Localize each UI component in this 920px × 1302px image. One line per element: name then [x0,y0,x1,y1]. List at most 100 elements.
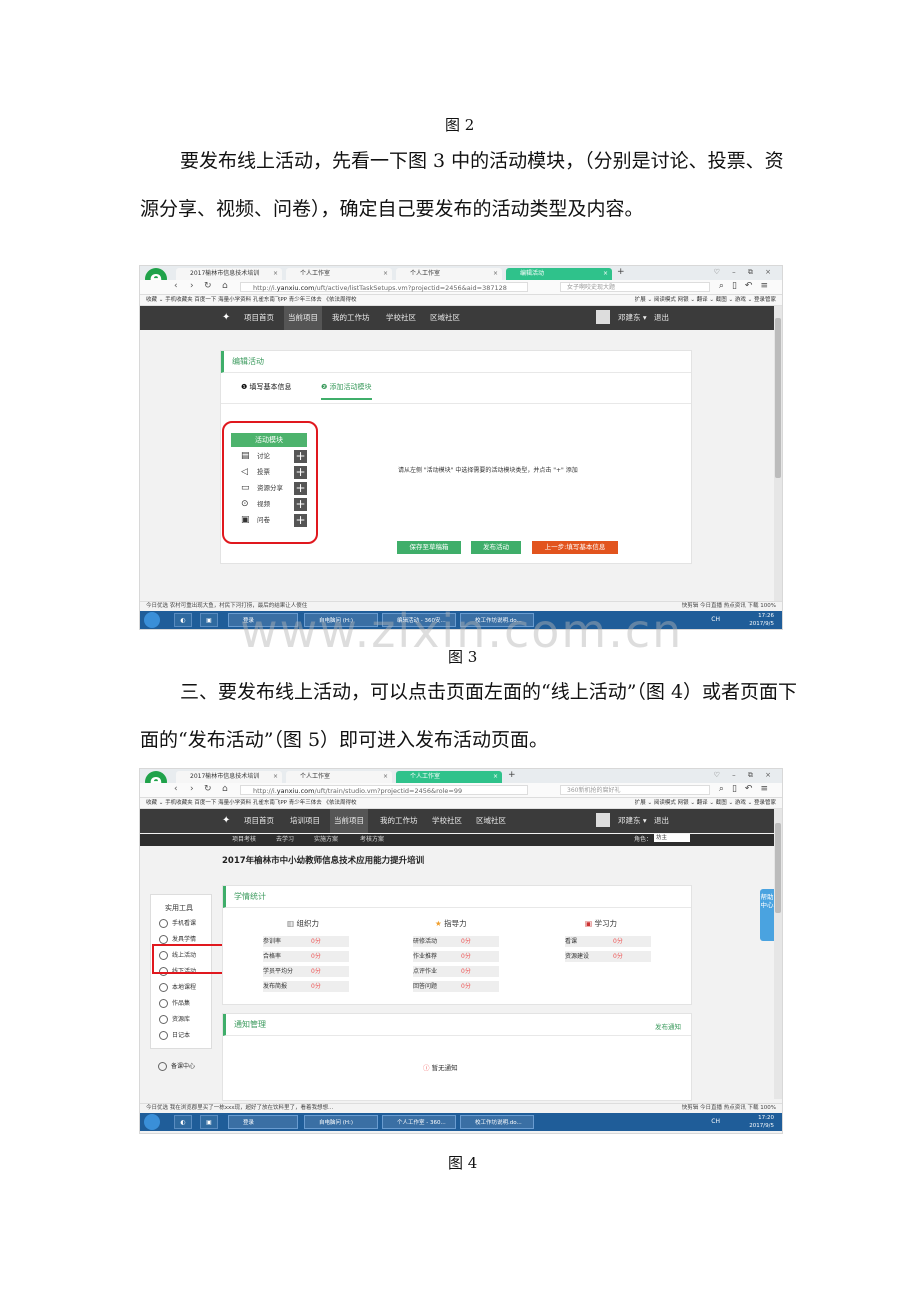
nav-item-current[interactable]: 当前项目 [284,306,322,330]
subnav-item[interactable]: 考核方案 [360,834,384,846]
tray-clock[interactable]: 17:20 2017/9/5 [749,1114,774,1130]
status-bar: 今日优选 我在浏览郡里买了一栋xxx现，超好了放在饮料里了，看着我想想... 快… [140,1103,782,1113]
forward-icon[interactable]: › [190,784,194,794]
role-select[interactable]: 坊主 [654,834,690,842]
taskbar-app-icon[interactable]: ▣ [200,613,218,627]
nav-item-current[interactable]: 当前项目 [330,809,368,833]
figure-2-caption: 图 2 [445,116,475,134]
chart-icon [159,935,168,944]
paragraph-online-activity: 三、要发布线上活动，可以点击页面左面的“线上活动”（图 4）或者页面下面的“发布… [140,681,798,751]
taskbar-item[interactable]: 校工作坊说明.do... [460,1115,534,1129]
nav-item[interactable]: 我的工作坊 [380,809,418,833]
subnav-item[interactable]: 项目考核 [232,834,256,846]
home-icon[interactable]: ⌂ [222,281,228,291]
user-menu[interactable]: 邓建东 ▾ [618,809,647,833]
browser-tab[interactable]: 2017榆林市信息技术培训 × [176,771,282,783]
tray-clock[interactable]: 17:26 2017/9/5 [749,612,774,628]
help-center-tab[interactable]: 帮助中心 [760,889,774,941]
browser-tab-bar: e 2017榆林市信息技术培训 × 个人工作室 × 个人工作室 × 编辑活动 × + ♡… [140,266,782,290]
step-2[interactable]: ❷ 添加活动模块 [321,382,372,400]
nav-item[interactable]: 项目首页 [244,809,274,833]
browser-tab[interactable]: 个人工作室 × [286,268,392,280]
page-scrollbar[interactable] [774,809,782,1099]
nav-item[interactable]: 学校社区 [386,306,416,330]
nav-item[interactable]: 项目首页 [244,306,274,330]
site-logo-icon: ✦ [222,815,231,826]
save-draft-button[interactable]: 保存至草稿箱 [397,541,461,554]
refresh-icon[interactable]: ↻ [204,784,212,794]
tool-portfolio[interactable]: 作品集 [159,999,190,1009]
taskbar-item[interactable]: 自电脑问 (H:) [304,1115,378,1129]
no-notice: ⓘ 暂无通知 [423,1064,458,1072]
new-tab-icon[interactable]: + [508,770,516,780]
favorites-bar: 收藏 ⌄ 手机收藏夹 百度一下 海量小学资料 孔雀东南飞PP 青少年三体去 《依… [140,295,782,306]
window-controls[interactable]: ♡ – ⧉ × [714,771,776,780]
subnav-item[interactable]: 去学习 [276,834,294,846]
refresh-icon[interactable]: ↻ [204,281,212,291]
home-icon[interactable]: ⌂ [222,784,228,794]
stat-row: 学员平均分 0分 [263,966,349,977]
subnav-item[interactable]: 实施方案 [314,834,338,846]
tool-lesson-prep[interactable]: 备课中心 [158,1062,195,1072]
site-logo-icon: ✦ [222,312,231,323]
browser-tab[interactable]: 个人工作室 × [286,771,392,783]
logout-link[interactable]: 退出 [654,306,669,330]
page-scrollbar[interactable] [774,306,782,606]
taskbar-app-icon[interactable]: ▣ [200,1115,218,1129]
favorites-left[interactable]: 收藏 ⌄ 手机收藏夹 百度一下 海量小学资料 孔雀东南飞PP 青少年三体去 《依… [146,295,356,305]
avatar[interactable] [596,813,610,827]
avatar[interactable] [596,310,610,324]
tool-resource-library[interactable]: 资源库 [159,1015,190,1025]
nav-item[interactable]: 我的工作坊 [332,306,370,330]
favorites-right[interactable]: 扩展 ⌄ 阅读模式 网银 ⌄ 翻译 ⌄ 截图 ⌄ 游戏 ⌄ 登录管家 [635,295,776,305]
figure-3-caption: 图 3 [448,648,478,666]
nav-item[interactable]: 培训项目 [290,809,320,833]
publish-notice-link[interactable]: 发布通知 [655,1021,681,1031]
tray-language[interactable]: CH [711,616,720,623]
taskbar-app-icon[interactable]: ◐ [174,1115,192,1129]
favorites-left[interactable]: 收藏 ⌄ 手机收藏夹 百度一下 海量小学资料 孔雀东南飞PP 青少年三体去 《依… [146,798,356,808]
browser-menu-icons[interactable]: ⌕▯↶≡ [719,784,776,794]
user-menu[interactable]: 邓建东 ▾ [618,306,647,330]
tray-language[interactable]: CH [711,1118,720,1125]
forward-icon[interactable]: › [190,281,194,291]
favorites-right[interactable]: 扩展 ⌄ 阅读模式 网银 ⌄ 翻译 ⌄ 截图 ⌄ 游戏 ⌄ 登录管家 [635,798,776,808]
lesson-icon [158,1062,167,1071]
start-button[interactable] [144,1114,160,1130]
phone-icon [159,919,168,928]
window-controls[interactable]: ♡ – ⧉ × [714,268,776,277]
role-label: 角色： [634,836,653,843]
address-bar-row: ‹ › ↻ ⌂ http://i.yanxiu.com/uft/active/l… [140,280,782,295]
stat-row: 资源建设 0分 [565,951,651,962]
stat-row: 参训率 0分 [263,936,349,947]
search-input[interactable]: 女子啊咬史现大题 [560,282,710,292]
highlight-box [222,421,318,544]
group-organize: ▥ 组织力 [287,919,319,928]
back-icon[interactable]: ‹ [174,281,178,291]
tool-diary[interactable]: 日记本 [159,1031,190,1041]
tool-mobile-course[interactable]: 手机看课 [159,919,196,929]
nav-item[interactable]: 区域社区 [430,306,460,330]
browser-tab-active[interactable]: 编辑活动 × [506,268,612,280]
database-icon [159,1015,168,1024]
taskbar-app-icon[interactable]: ◐ [174,613,192,627]
taskbar-item[interactable]: 个人工作室 - 360... [382,1115,456,1129]
browser-tab-active[interactable]: 个人工作室 × [396,771,502,783]
prev-step-button[interactable]: 上一步:填写基本信息 [532,541,618,554]
logout-link[interactable]: 退出 [654,809,669,833]
new-tab-icon[interactable]: + [617,267,625,277]
url-input[interactable]: http://i.yanxiu.com/uft/train/studio.vm?… [240,785,528,795]
start-button[interactable] [144,612,160,628]
nav-item[interactable]: 区域社区 [476,809,506,833]
search-input[interactable]: 360新机抢的腐好礼 [560,785,710,795]
taskbar-item[interactable]: 登录 [228,1115,298,1129]
nav-item[interactable]: 学校社区 [432,809,462,833]
browser-menu-icons[interactable]: ⌕▯↶≡ [719,281,776,291]
url-input[interactable]: http://i.yanxiu.com/uft/active/listTaskS… [240,282,528,292]
step-1[interactable]: ❶ 填写基本信息 [241,382,292,392]
tool-local-course[interactable]: 本地课程 [159,983,196,993]
browser-tab[interactable]: 2017榆林市信息技术培训 × [176,268,282,280]
browser-tab[interactable]: 个人工作室 × [396,268,502,280]
publish-activity-button[interactable]: 发布活动 [471,541,521,554]
back-icon[interactable]: ‹ [174,784,178,794]
